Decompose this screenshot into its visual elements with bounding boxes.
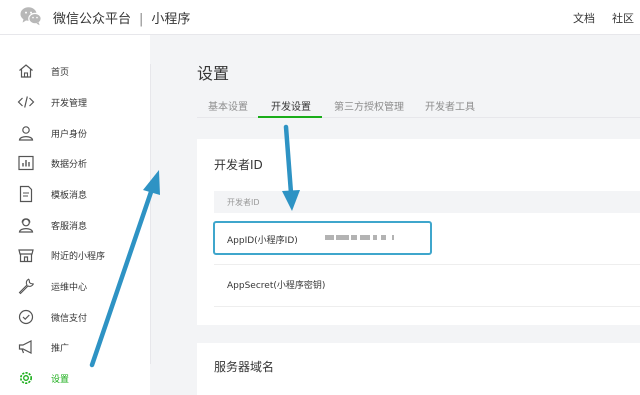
sidebar-item-dev-management[interactable]: 开发管理 [0,89,150,115]
sidebar-item-user-identity[interactable]: 用户身份 [0,120,150,146]
sidebar-item-label: 微信支付 [51,314,88,324]
megaphone-icon [18,340,32,354]
product-name: 小程序 [151,12,191,27]
sidebar-item-home[interactable]: 首页 [0,58,150,84]
top-bar: 微信公众平台 | 小程序 文档 社区 [0,0,640,35]
gear-icon [20,372,32,384]
column-header: 开发者ID [227,198,260,207]
customer-service-icon [18,218,34,233]
tab-bar [197,90,640,118]
sidebar-item-settings[interactable]: 设置 [0,365,150,391]
user-icon [18,126,34,141]
sidebar-item-label: 开发管理 [51,99,88,109]
community-link[interactable]: 社区 [612,10,634,26]
store-icon [18,249,34,263]
wechat-logo-icon[interactable] [20,6,42,26]
sidebar-item-label: 模板消息 [51,191,88,201]
brand-name: 微信公众平台 [53,12,132,27]
code-icon [17,96,35,108]
brand-separator: | [139,12,144,27]
sidebar-item-label: 客服消息 [51,222,88,232]
docs-link[interactable]: 文档 [573,10,595,26]
row-divider [214,264,640,265]
appid-highlight-box [213,221,432,255]
chart-icon [18,155,34,171]
tab-third-party-auth[interactable]: 第三方授权管理 [334,98,404,113]
sidebar-item-ops-center[interactable]: 运维中心 [0,273,150,299]
sidebar-item-promotion[interactable]: 推广 [0,334,150,360]
sidebar-item-label: 设置 [51,375,70,385]
active-tab-indicator [258,116,322,118]
sidebar-item-data-analysis[interactable]: 数据分析 [0,150,150,176]
server-domain-title: 服务器域名 [214,360,275,374]
tab-dev-tools[interactable]: 开发者工具 [425,98,475,113]
home-icon [19,64,33,78]
developer-id-table-header: 开发者ID [214,191,640,213]
sidebar-item-customer-service[interactable]: 客服消息 [0,212,150,238]
document-icon [19,185,33,203]
sidebar-item-label: 首页 [51,68,70,78]
sidebar-item-wechat-pay[interactable]: 微信支付 [0,304,150,330]
sidebar-item-template-messages[interactable]: 模板消息 [0,181,150,207]
sidebar-item-label: 推广 [51,344,70,354]
wrench-icon [18,278,35,295]
sidebar-item-nearby-mini-programs[interactable]: 附近的小程序 [0,242,150,268]
tab-dev-settings[interactable]: 开发设置 [271,98,311,113]
sidebar-item-label: 附近的小程序 [51,252,106,262]
page-title: 设置 [197,64,230,83]
sidebar-item-label: 数据分析 [51,160,88,170]
appsecret-label: AppSecret(小程序密钥) [227,281,326,291]
row-divider [214,306,640,307]
developer-id-title: 开发者ID [214,158,263,172]
sidebar-item-label: 运维中心 [51,283,88,293]
sidebar-item-label: 用户身份 [51,130,88,140]
brand-title[interactable]: 微信公众平台 | 小程序 [53,8,190,27]
tab-basic-settings[interactable]: 基本设置 [208,98,248,113]
payment-icon [18,309,34,325]
